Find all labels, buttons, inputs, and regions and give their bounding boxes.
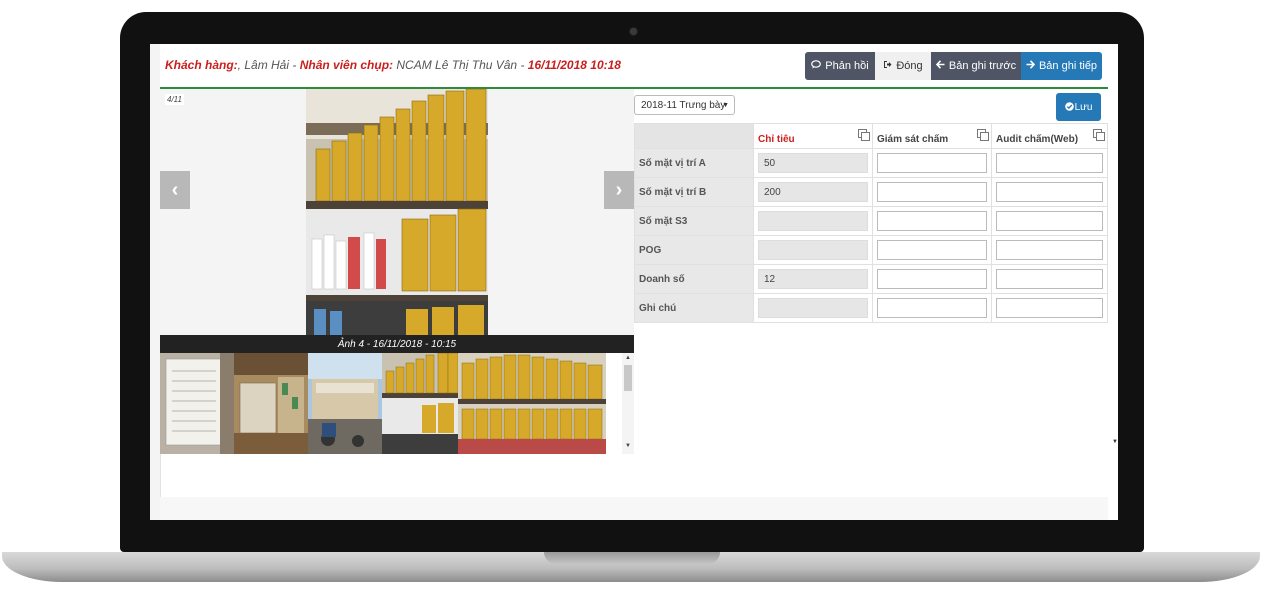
copy-icon[interactable] [977,129,989,141]
capture-datetime: 16/11/2018 10:18 [527,58,621,72]
staff-label: Nhân viên chụp: [299,58,394,72]
criteria-label: Doanh số [634,264,754,294]
copy-icon[interactable] [1093,129,1105,141]
photo-viewer: 4/11 ‹ › [160,89,634,335]
audit-column-label: Audit chấm(Web) [996,133,1079,145]
check-circle-icon [1064,101,1074,113]
audit-column-header: Audit chấm(Web) [991,123,1108,149]
previous-record-button[interactable]: Bản ghi trước [931,52,1021,80]
table-row: POG [634,235,1108,265]
feedback-label: Phản hồi [825,60,869,72]
audit-score-input[interactable] [996,298,1103,318]
table-row: Số mặt S3 [634,206,1108,236]
supervisor-score-input[interactable] [877,211,987,231]
main-photo[interactable] [306,89,488,335]
criteria-label: Số mặt vị trí A [634,148,754,178]
table-row: Doanh số 12 [634,264,1108,294]
photo-caption: Ảnh 4 - 16/11/2018 - 10:15 [160,335,634,353]
record-header: Khách hàng:, Lâm Hải - Nhân viên chụp: N… [160,44,1108,89]
table-row: Số mặt vị trí A 50 [634,148,1108,178]
supervisor-column-header: Giám sát chấm [872,123,992,149]
record-info: Khách hàng:, Lâm Hải - Nhân viên chụp: N… [165,58,621,72]
period-select-value: 2018-11 Trưng bày [641,99,726,111]
audit-score-input[interactable] [996,211,1103,231]
target-value [758,211,868,231]
target-value: 12 [758,269,868,289]
arrow-left-icon [935,60,945,72]
chevron-down-icon: ▼ [722,101,729,109]
scrollbar-handle[interactable] [624,365,632,391]
target-value: 50 [758,153,868,173]
next-record-label: Bản ghi tiếp [1038,60,1098,72]
feedback-button[interactable]: Phản hồi [805,52,875,80]
supervisor-score-input[interactable] [877,240,987,260]
supervisor-score-input[interactable] [877,269,987,289]
period-select[interactable]: 2018-11 Trưng bày ▼ [634,95,735,115]
save-label: Lưu [1074,101,1093,113]
comment-icon [811,60,822,72]
arrow-right-icon [1026,60,1036,72]
footer-area [160,497,1108,520]
target-value [758,298,868,318]
close-button[interactable]: Đóng [875,52,931,80]
thumbnail-5[interactable] [458,353,606,454]
customer-label: Khách hàng: [165,58,238,72]
table-row: Ghi chú [634,293,1108,323]
laptop-base-notch [544,552,720,564]
staff-value: NCAM Lê Thị Thu Vân [393,58,518,72]
supervisor-column-label: Giám sát chấm [877,133,949,145]
audit-score-input[interactable] [996,269,1103,289]
previous-photo-button[interactable]: ‹ [160,171,190,209]
next-record-button[interactable]: Bản ghi tiếp [1021,52,1102,80]
page-scroll-down-arrow[interactable]: ▼ [1112,439,1118,445]
criteria-label: Ghi chú [634,293,754,323]
previous-record-label: Bản ghi trước [948,60,1017,72]
thumbnail-4[interactable] [382,353,458,454]
webcam [629,27,638,36]
supervisor-score-input[interactable] [877,298,987,318]
separator: - [517,58,528,72]
thumbnail-3[interactable] [308,353,382,454]
criteria-label: Số mặt S3 [634,206,754,236]
separator: - [289,58,300,72]
target-column-label: Chỉ tiêu [758,133,795,145]
target-value: 200 [758,182,868,202]
thumbnail-2[interactable] [234,353,308,454]
supervisor-score-input[interactable] [877,153,987,173]
criteria-label: Số mặt vị trí B [634,177,754,207]
customer-value: , Lâm Hải [237,58,290,72]
photo-counter: 4/11 [165,94,184,105]
criteria-label: POG [634,235,754,265]
scroll-up-arrow[interactable]: ▲ [625,355,631,361]
evaluation-panel: 2018-11 Trưng bày ▼ Lưu Chỉ tiêu Giám sá… [634,89,1108,497]
thumbnail-strip [160,353,606,454]
table-header-row: Chỉ tiêu Giám sát chấm Audit chấm(Web) [634,123,1108,149]
save-button[interactable]: Lưu [1056,93,1101,121]
audit-score-input[interactable] [996,153,1103,173]
audit-score-input[interactable] [996,240,1103,260]
supervisor-score-input[interactable] [877,182,987,202]
thumbnail-1[interactable] [160,353,234,454]
target-value [758,240,868,260]
copy-icon[interactable] [858,129,870,141]
chevron-right-icon: › [615,178,623,201]
table-row: Số mặt vị trí B 200 [634,177,1108,207]
criteria-column-header [634,123,754,149]
thumbnail-scrollbar[interactable]: ▲ ▼ [622,353,634,454]
app-screen: Khách hàng:, Lâm Hải - Nhân viên chụp: N… [150,44,1118,520]
next-photo-button[interactable]: › [604,171,634,209]
close-label: Đóng [896,60,923,72]
scroll-down-arrow[interactable]: ▼ [625,443,631,449]
audit-score-input[interactable] [996,182,1103,202]
sign-out-icon [883,60,892,72]
target-column-header: Chỉ tiêu [753,123,873,149]
criteria-table: Chỉ tiêu Giám sát chấm Audit chấm(Web) S [634,123,1108,323]
chevron-left-icon: ‹ [171,178,179,201]
